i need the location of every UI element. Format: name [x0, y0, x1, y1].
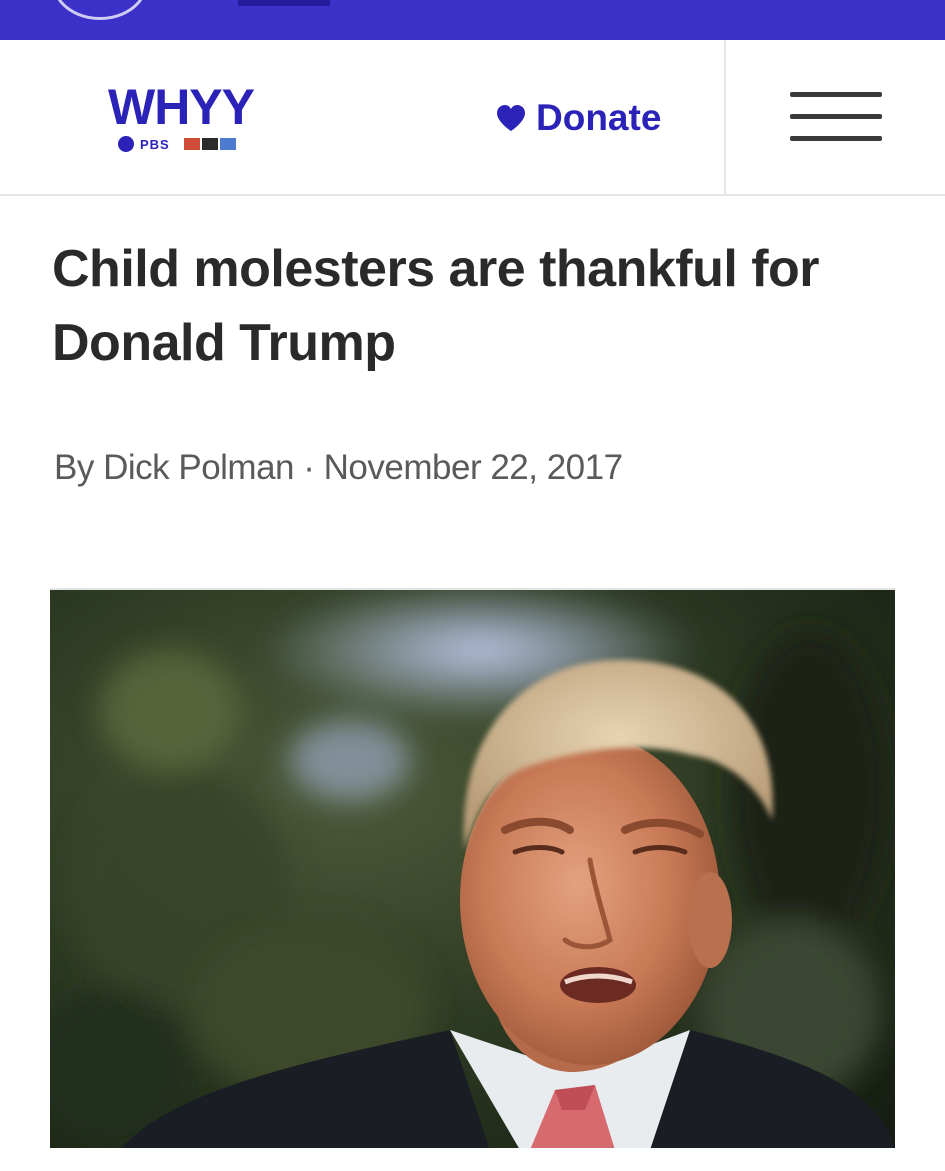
pbs-icon	[118, 136, 134, 152]
article-headline: Child molesters are thankful for Donald …	[52, 240, 820, 372]
article-byline: By Dick Polman · November 22, 2017	[54, 448, 623, 488]
article-hero-image[interactable]	[50, 588, 895, 1148]
hamburger-menu-icon[interactable]	[790, 92, 882, 144]
browser-button-outline[interactable]	[52, 0, 148, 20]
page: WHYY PBS Donate Child molesters are than…	[0, 0, 945, 1171]
byline-separator: ·	[303, 448, 315, 487]
browser-top-strip	[0, 0, 945, 40]
whyy-logo[interactable]: WHYY PBS	[108, 82, 293, 162]
npr-icon	[183, 138, 236, 150]
article-author[interactable]: By Dick Polman	[54, 448, 295, 487]
pbs-label: PBS	[140, 136, 170, 152]
article-date: November 22, 2017	[323, 448, 623, 487]
logo-partners: PBS	[118, 134, 236, 154]
browser-tab-indicator	[238, 0, 330, 6]
hero-photo	[50, 590, 895, 1148]
site-header: WHYY PBS Donate	[0, 40, 945, 196]
header-divider	[724, 40, 726, 194]
donate-label: Donate	[536, 97, 662, 138]
donate-button[interactable]: Donate	[496, 96, 661, 140]
heart-icon	[497, 105, 525, 131]
logo-wordmark: WHYY	[108, 79, 255, 135]
